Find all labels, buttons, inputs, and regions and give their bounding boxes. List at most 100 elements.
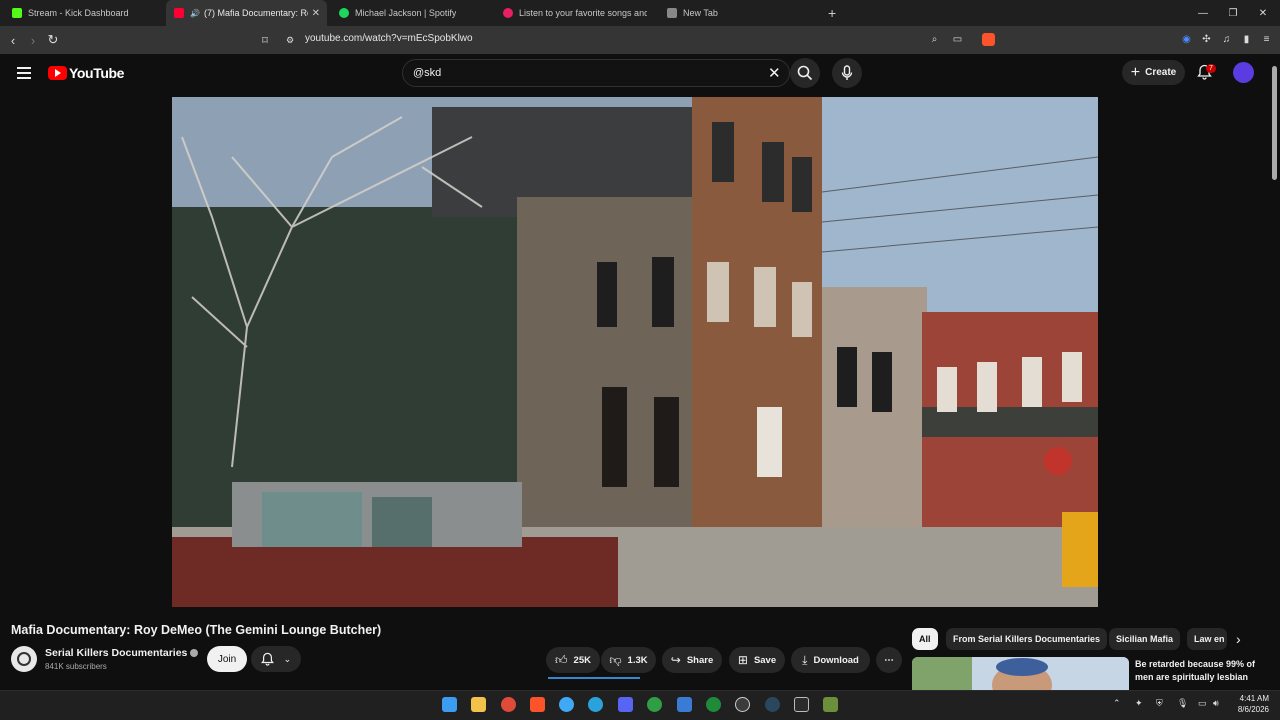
tray-icon[interactable]: ✦ (1135, 698, 1143, 709)
verified-icon (190, 649, 199, 658)
video-player[interactable] (172, 97, 1098, 607)
voice-search-button[interactable] (832, 58, 862, 88)
reload-icon[interactable]: ↻ (43, 26, 63, 54)
system-clock[interactable]: 4:41 AM 8/6/2026 (1231, 693, 1269, 715)
steam-icon[interactable] (765, 697, 780, 712)
search-box[interactable] (402, 59, 790, 87)
chevron-right-icon[interactable]: › (1236, 631, 1241, 647)
site-info-icon[interactable]: ⚙ (280, 26, 300, 54)
recommendation-thumbnail[interactable] (912, 657, 1129, 690)
kick-icon (12, 8, 22, 18)
xbox-app-icon[interactable] (706, 697, 721, 712)
save-label: Save (753, 654, 777, 666)
recommendation-title[interactable]: Be retarded because 99% of men are spiri… (1135, 658, 1265, 684)
windows-start-icon[interactable] (442, 697, 457, 712)
tab-label: Stream - Kick Dashboard (28, 8, 129, 18)
save-icon: ⊞ (737, 653, 748, 667)
url-field[interactable]: youtube.com/watch?v=mEcSpobKlwo (305, 33, 473, 44)
tab-kick-dashboard[interactable]: Stream - Kick Dashboard (4, 0, 162, 26)
microphone-icon[interactable]: 🎙︎ (1177, 698, 1188, 709)
sidebar-icon[interactable]: ▮ (1240, 33, 1253, 46)
youtube-logo[interactable]: YouTube (48, 65, 124, 81)
scrollbar-thumb[interactable] (1272, 66, 1277, 180)
more-actions-button[interactable]: ⋯ (876, 647, 902, 673)
file-explorer-icon[interactable] (471, 697, 486, 712)
thumbs-up-icon: 👍︎ (555, 652, 568, 667)
network-icon[interactable]: ▭ (1198, 698, 1207, 709)
tab-label: Listen to your favorite songs and alb (519, 8, 647, 18)
dislike-button[interactable]: 👎︎ 1.3K (601, 647, 656, 673)
chrome-icon[interactable] (501, 697, 516, 712)
clock-date: 8/6/2026 (1237, 705, 1269, 714)
app-icon[interactable] (559, 697, 574, 712)
xbox-icon[interactable] (647, 697, 662, 712)
vpn-icon[interactable]: ⛨ (1156, 698, 1163, 709)
tab-label: New Tab (683, 8, 718, 18)
store-icon[interactable] (677, 697, 692, 712)
tab-music[interactable]: Listen to your favorite songs and alb (495, 0, 655, 26)
save-button[interactable]: ⊞ Save (729, 647, 785, 673)
notification-count-badge: 7 (1206, 64, 1216, 73)
chip-sicilian-mafia[interactable]: Sicilian Mafia (1109, 628, 1181, 650)
logo-text: YouTube (69, 65, 125, 81)
share-button[interactable]: ↪ Share (662, 647, 722, 673)
volume-icon[interactable]: 🔊︎ (1213, 698, 1219, 709)
forward-icon[interactable]: › (23, 26, 43, 54)
clock-time: 4:41 AM (1239, 694, 1269, 703)
subscription-bell-button[interactable]: ⌄ (251, 646, 301, 672)
channel-avatar[interactable] (11, 646, 37, 672)
chip-law-enforcement[interactable]: Law en (1187, 628, 1227, 650)
search-button[interactable] (790, 58, 820, 88)
chip-from-channel[interactable]: From Serial Killers Documentaries (946, 628, 1108, 650)
epic-games-icon[interactable] (794, 697, 809, 712)
like-ratio-bar (548, 677, 640, 679)
hamburger-menu-icon[interactable] (17, 67, 31, 82)
subscriber-count: 841K subscribers (45, 662, 107, 671)
channel-name-text: Serial Killers Documentaries (45, 647, 188, 659)
clear-search-icon[interactable]: ✕ (768, 64, 781, 82)
new-tab-button[interactable]: + (828, 5, 836, 21)
more-icon: ⋯ (884, 654, 894, 666)
cast-icon[interactable]: ▭ (951, 33, 964, 46)
search-input[interactable]: @skd (413, 67, 441, 79)
zoom-icon[interactable]: ⌕ (928, 33, 941, 46)
telegram-icon[interactable] (588, 697, 603, 712)
discord-icon[interactable] (618, 697, 633, 712)
bookmark-icon[interactable]: ⌑ (255, 26, 275, 54)
obs-icon[interactable] (735, 697, 750, 712)
tab-spotify[interactable]: Michael Jackson | Spotify (331, 0, 489, 26)
brave-icon[interactable] (530, 697, 545, 712)
share-label: Share (686, 654, 714, 666)
share-icon: ↪ (670, 653, 681, 667)
youtube-play-icon (48, 66, 67, 80)
brave-shield-icon[interactable] (982, 33, 995, 46)
chevron-up-icon[interactable]: ⌃ (1113, 698, 1121, 709)
download-label: Download (813, 654, 859, 666)
download-button[interactable]: ⤓ Download (791, 647, 870, 673)
create-button[interactable]: + Create (1122, 60, 1185, 85)
channel-name[interactable]: Serial Killers Documentaries (45, 647, 199, 659)
close-window-icon[interactable]: ✕ (1246, 0, 1280, 26)
download-icon: ⤓ (802, 652, 808, 667)
audio-icon[interactable]: 🔊 (190, 9, 200, 18)
tab-label: (7) Mafia Documentary: Roy D (203, 8, 308, 18)
menu-icon[interactable]: ≡ (1260, 33, 1273, 46)
tab-youtube[interactable]: 🔊 (7) Mafia Documentary: Roy D ✕ (166, 0, 327, 26)
restore-icon[interactable]: ❐ (1216, 0, 1250, 26)
leo-icon[interactable]: ◉ (1180, 33, 1193, 46)
media-icon[interactable]: ♫ (1220, 33, 1233, 46)
account-avatar[interactable] (1233, 62, 1254, 83)
back-icon[interactable]: ‹ (3, 26, 23, 54)
minimize-icon[interactable]: — (1186, 0, 1220, 26)
tab-new-tab[interactable]: New Tab (659, 0, 819, 26)
minecraft-icon[interactable] (823, 697, 838, 712)
create-label: Create (1145, 67, 1177, 78)
close-tab-icon[interactable]: ✕ (312, 8, 320, 19)
bell-icon (260, 652, 274, 666)
extensions-icon[interactable]: ✣ (1200, 33, 1213, 46)
join-button[interactable]: Join (207, 646, 247, 672)
like-count: 25K (573, 654, 591, 666)
spotify-icon (339, 8, 349, 18)
chip-all[interactable]: All (912, 628, 938, 650)
like-button[interactable]: 👍︎ 25K (546, 647, 600, 673)
